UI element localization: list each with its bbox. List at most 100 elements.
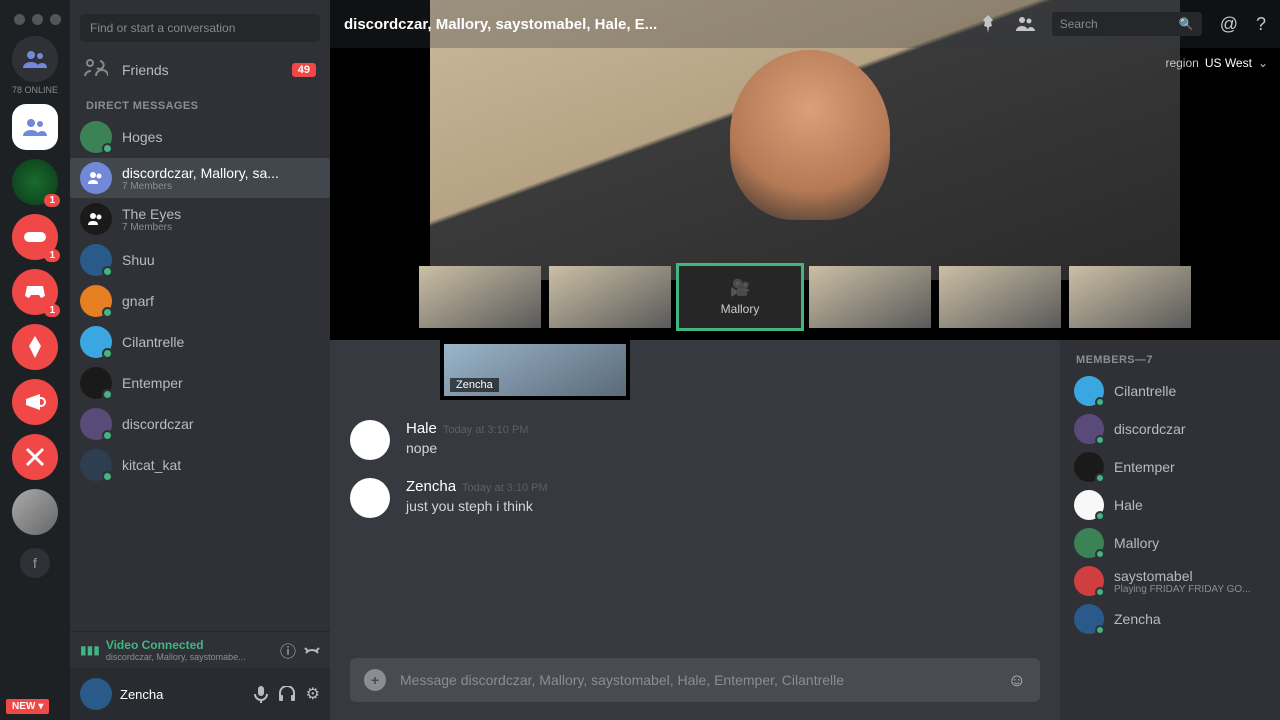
server-item[interactable] <box>12 434 58 480</box>
server-rail: 78 ONLINE 1 1 1 f <box>0 0 70 720</box>
message-author[interactable]: Hale <box>406 420 437 437</box>
people-icon <box>22 49 48 69</box>
avatar <box>80 244 112 276</box>
participant-thumb[interactable] <box>419 266 541 328</box>
badge: 1 <box>44 249 60 262</box>
member-item[interactable]: discordczar <box>1068 410 1272 448</box>
help-icon[interactable]: ? <box>1256 14 1266 35</box>
dm-item[interactable]: gnarf <box>70 281 330 321</box>
message-text: just you steph i think <box>406 498 548 514</box>
message-timestamp: Today at 3:10 PM <box>443 424 529 436</box>
dm-item[interactable]: Cilantrelle <box>70 322 330 362</box>
friends-label: Friends <box>122 62 169 78</box>
message: HaleToday at 3:10 PMnope <box>350 420 1040 460</box>
composer-placeholder: Message discordczar, Mallory, saystomabe… <box>400 672 1008 688</box>
member-item[interactable]: Hale <box>1068 486 1272 524</box>
member-item[interactable]: Zencha <box>1068 600 1272 638</box>
traffic-min[interactable] <box>32 14 43 25</box>
server-item[interactable] <box>12 489 58 535</box>
participant-thumb[interactable] <box>809 266 931 328</box>
new-badge[interactable]: NEW▾ <box>6 699 49 714</box>
emoji-icon[interactable]: ☺ <box>1008 670 1026 691</box>
server-item[interactable]: 1 <box>12 269 58 315</box>
add-server-button[interactable]: f <box>20 548 50 578</box>
attach-icon[interactable]: + <box>364 669 386 691</box>
settings-icon[interactable]: ⚙ <box>306 684 320 704</box>
user-panel: Zencha ⚙ <box>70 668 330 720</box>
discord-icon <box>24 284 46 300</box>
search-placeholder: Find or start a conversation <box>90 21 235 35</box>
dm-name: Entemper <box>122 375 183 391</box>
participant-strip: 🎥Mallory <box>419 266 1191 328</box>
avatar <box>80 408 112 440</box>
search-icon: 🔍 <box>1179 17 1194 31</box>
members-icon[interactable] <box>1014 16 1036 32</box>
server-selected[interactable] <box>12 104 58 150</box>
members-header: MEMBERS—7 <box>1068 350 1272 372</box>
voice-subtitle: discordczar, Mallory, saystomabe... <box>106 652 246 662</box>
dm-sub: 7 Members <box>122 181 279 192</box>
pin-icon[interactable] <box>980 15 996 33</box>
mute-icon[interactable] <box>254 685 268 703</box>
member-item[interactable]: Mallory <box>1068 524 1272 562</box>
avatar <box>1074 490 1104 520</box>
server-item[interactable]: 1 <box>12 214 58 260</box>
avatar[interactable] <box>350 420 390 460</box>
participant-thumb[interactable] <box>549 266 671 328</box>
dm-name: kitcat_kat <box>122 457 181 473</box>
home-button[interactable] <box>12 36 58 82</box>
message: ZenchaToday at 3:10 PMjust you steph i t… <box>350 478 1040 518</box>
people-icon <box>22 117 48 137</box>
avatar <box>80 326 112 358</box>
dm-item[interactable]: The Eyes7 Members <box>70 199 330 239</box>
deafen-icon[interactable] <box>278 686 296 702</box>
badge: 1 <box>44 194 60 207</box>
signal-icon: ▮▮▮ <box>80 643 100 657</box>
dm-item[interactable]: kitcat_kat <box>70 445 330 485</box>
avatar <box>1074 528 1104 558</box>
dm-item[interactable]: Shuu <box>70 240 330 280</box>
self-username: Zencha <box>120 687 244 702</box>
member-item[interactable]: Entemper <box>1068 448 1272 486</box>
search-input[interactable]: Search🔍 <box>1052 12 1202 36</box>
member-item[interactable]: Cilantrelle <box>1068 372 1272 410</box>
avatar <box>80 203 112 235</box>
server-item[interactable]: 1 <box>12 159 58 205</box>
message-author[interactable]: Zencha <box>406 478 456 495</box>
server-item[interactable] <box>12 324 58 370</box>
avatar <box>80 449 112 481</box>
megaphone-icon <box>24 392 46 412</box>
dm-sub: 7 Members <box>122 222 181 233</box>
mentions-icon[interactable]: @ <box>1220 14 1238 35</box>
avatar <box>80 367 112 399</box>
dm-name: Hoges <box>122 129 162 145</box>
member-name: Mallory <box>1114 535 1159 551</box>
avatar[interactable] <box>350 478 390 518</box>
self-avatar[interactable] <box>80 678 112 710</box>
dm-item[interactable]: Entemper <box>70 363 330 403</box>
region-selector[interactable]: region US West ⌄ <box>1165 56 1268 70</box>
member-item[interactable]: saystomabelPlaying FRIDAY FRIDAY GO... <box>1068 562 1272 600</box>
traffic-max[interactable] <box>50 14 61 25</box>
disconnect-icon[interactable] <box>304 643 320 657</box>
traffic-close[interactable] <box>14 14 25 25</box>
friends-button[interactable]: Friends 49 <box>70 50 330 90</box>
participant-thumb[interactable]: 🎥Mallory <box>679 266 801 328</box>
gamepad-icon <box>23 229 47 245</box>
self-preview[interactable]: Zencha <box>440 340 630 400</box>
window-controls <box>14 14 61 25</box>
member-name: saystomabel <box>1114 568 1251 584</box>
chevron-down-icon: ▾ <box>38 701 43 712</box>
tools-icon <box>24 446 46 468</box>
dm-name: discordczar, Mallory, sa... <box>122 165 279 181</box>
dm-item[interactable]: discordczar, Mallory, sa...7 Members <box>70 158 330 198</box>
participant-thumb[interactable] <box>939 266 1061 328</box>
participant-name: Mallory <box>721 302 760 316</box>
message-composer[interactable]: + Message discordczar, Mallory, saystoma… <box>350 658 1040 702</box>
server-item[interactable] <box>12 379 58 425</box>
participant-thumb[interactable] <box>1069 266 1191 328</box>
conversation-search[interactable]: Find or start a conversation <box>80 14 320 42</box>
info-icon[interactable]: ⓘ <box>280 638 296 662</box>
dm-item[interactable]: Hoges <box>70 117 330 157</box>
dm-item[interactable]: discordczar <box>70 404 330 444</box>
